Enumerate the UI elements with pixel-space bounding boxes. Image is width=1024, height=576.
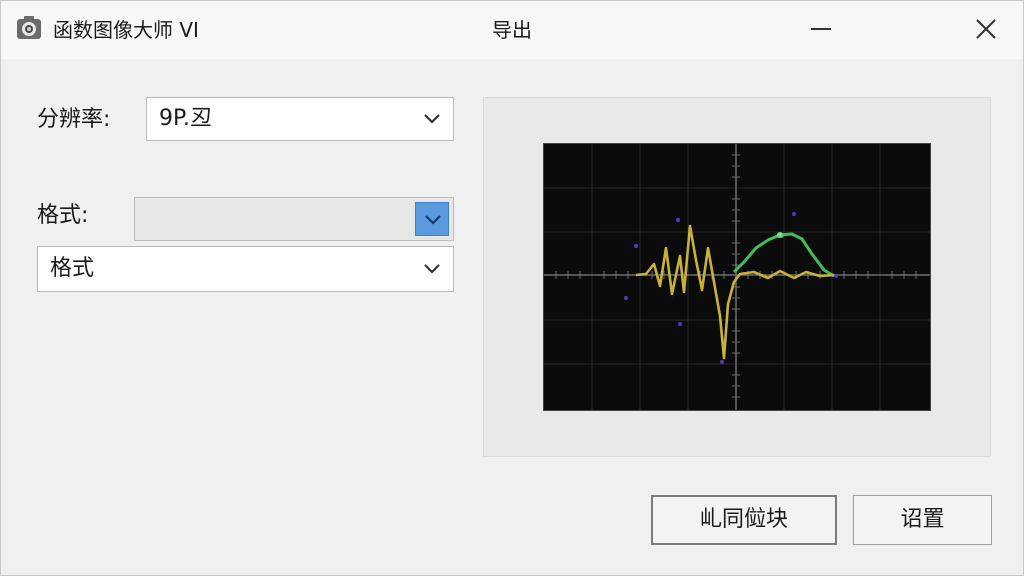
oscilloscope-preview: [543, 143, 931, 411]
format-type-select[interactable]: [134, 197, 454, 241]
green-trace-peak: [777, 232, 783, 238]
export-confirm-button[interactable]: 乢同傡块: [651, 495, 837, 545]
chevron-down-icon: [424, 114, 440, 124]
waveform-plot: [544, 144, 930, 410]
format-dropdown-button[interactable]: [415, 252, 449, 286]
resolution-label: 分辨率:: [37, 107, 111, 132]
format-value: 格式: [50, 256, 95, 281]
format-label: 格式:: [37, 203, 89, 228]
dialog-title: 导出: [492, 18, 532, 42]
resolution-dropdown-button[interactable]: [415, 102, 449, 136]
export-dialog-window: 函数图像大师 VI 导出 分辨率: 9P.丒 格式: 格式 乢同傡块 诏置: [0, 0, 1024, 576]
settings-label: 诏置: [900, 507, 945, 532]
resolution-value: 9P.丒: [159, 106, 212, 131]
title-bar: 函数图像大师 VI 导出: [1, 1, 1023, 59]
format-select[interactable]: 格式: [37, 246, 454, 292]
close-icon: [976, 19, 996, 39]
format-type-dropdown-button[interactable]: [415, 202, 449, 236]
minimize-button[interactable]: [798, 7, 844, 51]
resolution-select[interactable]: 9P.丒: [146, 97, 454, 141]
chevron-down-icon: [425, 215, 441, 225]
close-button[interactable]: [963, 7, 1009, 51]
export-confirm-label: 乢同傡块: [699, 507, 788, 532]
minimize-icon: [811, 28, 831, 30]
settings-button[interactable]: 诏置: [853, 495, 992, 545]
chevron-down-icon: [424, 264, 440, 274]
